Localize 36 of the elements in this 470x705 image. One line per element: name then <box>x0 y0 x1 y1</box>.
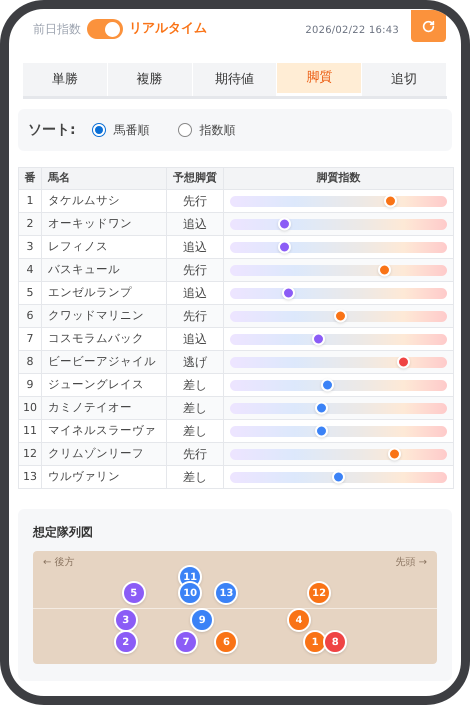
front-label: 先頭 → <box>395 556 427 570</box>
formation-title: 想定隊列図 <box>33 524 94 541</box>
refresh-button[interactable] <box>411 10 446 42</box>
horse-marker: 4 <box>286 608 311 632</box>
horse-marker: 10 <box>178 581 202 605</box>
horse-marker: 13 <box>214 581 238 605</box>
horse-marker: 3 <box>114 608 138 632</box>
rear-label: ← 後方 <box>43 556 75 570</box>
column-header: 番 <box>18 168 42 190</box>
toggle-label: リアルタイム <box>129 20 207 38</box>
radio-button[interactable] <box>92 123 106 137</box>
horse-marker: 5 <box>122 581 146 605</box>
horse-marker: 6 <box>214 630 238 654</box>
table-cell: 13 <box>18 466 42 488</box>
radio-button[interactable] <box>178 123 192 137</box>
column-header: 馬名 <box>42 168 166 190</box>
toggle-label: 前日指数 <box>33 21 81 38</box>
table-cell: ウルヴァリン <box>42 466 166 488</box>
tab[interactable]: 期待値 <box>192 63 278 96</box>
tab[interactable]: 追切 <box>362 63 447 96</box>
horse-marker: 7 <box>174 630 198 654</box>
horse-marker: 2 <box>114 630 138 654</box>
tab[interactable]: 単勝 <box>23 63 108 96</box>
horse-marker: 1 <box>303 630 328 654</box>
horse-marker: 12 <box>307 581 332 605</box>
sort-label: ソート: <box>28 120 76 140</box>
horse-marker: 8 <box>323 630 348 654</box>
horse-marker: 9 <box>190 608 214 632</box>
tab[interactable]: 複勝 <box>108 63 193 96</box>
column-header: 脚質指数 <box>224 168 454 190</box>
sort-option[interactable]: 指数順 <box>178 121 236 139</box>
table-cell: 差し <box>166 466 224 488</box>
datetime: 2026/02/22 16:43 <box>305 24 399 38</box>
mode-toggle[interactable] <box>87 19 123 39</box>
sort-option[interactable]: 馬番順 <box>92 121 150 139</box>
refresh-icon <box>422 20 435 32</box>
